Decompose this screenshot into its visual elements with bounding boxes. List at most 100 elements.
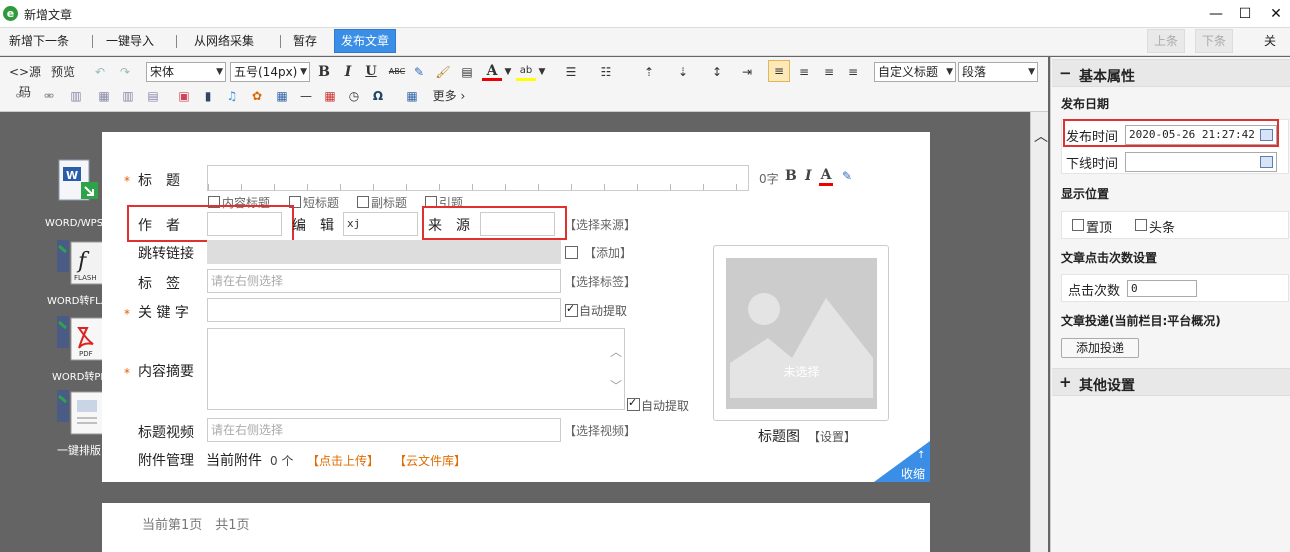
import-button[interactable]: 一键导入	[100, 28, 160, 55]
calendar-icon[interactable]: ▦	[322, 86, 338, 106]
flash-convert-icon[interactable]: f FLASH	[57, 238, 107, 288]
summary-textarea[interactable]: ︿ ﹀	[207, 328, 625, 410]
indent-icon[interactable]: ⇥	[738, 62, 756, 82]
align-justify-icon[interactable]: ≡	[844, 62, 862, 82]
spellcheck-icon[interactable]: ✎	[410, 62, 428, 82]
image-insert-icon[interactable]: ▣	[175, 86, 193, 106]
paragraph-select[interactable]: 段落 ▼	[958, 62, 1038, 82]
table-icon[interactable]: ▦	[404, 86, 420, 106]
size-select[interactable]: 五号(14px) ▼	[230, 62, 310, 82]
link-icon[interactable]: ⚯	[10, 86, 32, 106]
close-button[interactable]: 关闭	[1258, 28, 1290, 75]
choose-video-link[interactable]: 【选择视频】	[564, 422, 636, 439]
image-center-icon[interactable]: ▤	[145, 86, 161, 106]
close-window-button[interactable]: ✕	[1262, 3, 1290, 25]
ordered-list-icon[interactable]: ☰	[560, 62, 582, 82]
unlink-icon[interactable]: ⚮	[42, 86, 56, 106]
heading-select[interactable]: 自定义标题 ▼	[874, 62, 956, 82]
other-settings-header[interactable]: + 其他设置	[1052, 368, 1290, 396]
headline-checkbox[interactable]	[1135, 219, 1147, 231]
jump-link-checkbox[interactable]	[565, 246, 578, 259]
collect-button[interactable]: 从网络采集	[188, 28, 260, 55]
line-spacing-bottom-icon[interactable]: ⇣	[672, 62, 694, 82]
pdf-convert-icon[interactable]: PDF	[57, 314, 107, 364]
upload-link[interactable]: 【点击上传】	[307, 452, 379, 469]
title-image-box[interactable]: 未选择	[713, 245, 889, 421]
prev-button[interactable]: 上条	[1147, 29, 1186, 53]
format-painter-icon[interactable]: 🖌	[435, 62, 451, 82]
thumb-set-link[interactable]: 【设置】	[808, 428, 856, 445]
clock-icon[interactable]: ◷	[346, 86, 362, 106]
new-next-button[interactable]: 新增下一条	[3, 28, 75, 55]
special-char-icon[interactable]: Ω	[370, 86, 386, 106]
collapse-button[interactable]: ↑ 收缩	[874, 441, 930, 482]
font-color-icon[interactable]: A	[482, 61, 502, 81]
scroll-up-icon[interactable]: ︿	[1034, 126, 1048, 146]
horizontal-rule-icon[interactable]: —	[298, 86, 314, 106]
underline-button[interactable]: U	[363, 62, 379, 82]
auto-layout-icon[interactable]	[57, 388, 107, 438]
summary-auto-checkbox[interactable]	[627, 396, 640, 411]
line-height-icon[interactable]: ↕	[706, 62, 728, 82]
clear-format-icon[interactable]: ▤	[459, 62, 475, 82]
cloud-link[interactable]: 【云文件库】	[394, 452, 466, 469]
more-button[interactable]: 更多 ›	[430, 86, 468, 106]
minimize-button[interactable]: —	[1202, 3, 1230, 25]
video-input[interactable]: 请在右侧选择	[207, 418, 561, 442]
scroll-up-icon[interactable]: ︿	[610, 341, 622, 363]
word-import-icon[interactable]: W	[57, 158, 101, 208]
attachment-icon[interactable]: ✿	[249, 86, 265, 106]
italic-button[interactable]: I	[340, 62, 356, 82]
preview-button[interactable]: 预览	[50, 62, 76, 82]
choose-tags-link[interactable]: 【选择标签】	[564, 273, 636, 290]
image-left-icon[interactable]: ▥	[68, 86, 84, 106]
add-link[interactable]: 【添加】	[584, 244, 632, 261]
add-delivery-button[interactable]: 添加投递	[1061, 338, 1140, 358]
chevron-down-icon[interactable]: ▼	[504, 62, 512, 82]
music-icon[interactable]: ♫	[224, 86, 240, 106]
title-color-icon[interactable]: A	[819, 167, 833, 186]
scroll-down-icon[interactable]: ﹀	[610, 375, 622, 397]
chevron-right-icon: ›	[460, 89, 466, 103]
bold-button[interactable]: B	[316, 62, 332, 82]
publish-button[interactable]: 发布文章	[334, 29, 397, 53]
keywords-input[interactable]	[207, 298, 561, 322]
basic-properties-header[interactable]: − 基本属性	[1052, 59, 1290, 87]
align-left-icon[interactable]: ≡	[768, 60, 790, 82]
clicks-input[interactable]: 0	[1127, 280, 1197, 297]
title-input[interactable]	[207, 165, 749, 191]
line-spacing-top-icon[interactable]: ⇡	[638, 62, 660, 82]
tags-input[interactable]: 请在右侧选择	[207, 269, 561, 293]
image-none-icon[interactable]: ▦	[96, 86, 112, 106]
choose-source-link[interactable]: 【选择来源】	[564, 216, 636, 233]
editor-toolbar: <>源码 预览 ↶ ↷ 宋体 ▼ 五号(14px) ▼ B I U ABC ✎ 🖌 …	[0, 57, 1048, 112]
chevron-down-icon[interactable]: ▼	[538, 62, 546, 82]
map-icon[interactable]: ▦	[273, 86, 291, 106]
title-spellcheck-icon[interactable]: ✎	[842, 169, 852, 183]
font-select[interactable]: 宋体 ▼	[146, 62, 226, 82]
unordered-list-icon[interactable]: ☷	[595, 62, 617, 82]
next-button[interactable]: 下条	[1195, 29, 1234, 53]
editor-input[interactable]: xj	[343, 212, 418, 236]
publish-date-section: 发布日期	[1061, 97, 1110, 111]
jump-link-input[interactable]	[207, 240, 561, 264]
source-button[interactable]: <>源码	[4, 62, 46, 99]
draft-button[interactable]: 暂存	[287, 28, 323, 55]
top-checkbox[interactable]	[1072, 219, 1084, 231]
keywords-auto-checkbox[interactable]	[565, 302, 578, 317]
offline-time-input[interactable]	[1125, 152, 1277, 172]
undo-icon[interactable]: ↶	[92, 62, 108, 82]
image-right-icon[interactable]: ▥	[120, 86, 136, 106]
title-bold-button[interactable]: B	[785, 168, 797, 184]
maximize-button[interactable]: ☐	[1231, 3, 1259, 25]
subtitle-checkbox[interactable]	[357, 196, 369, 208]
video-icon[interactable]: ▮	[200, 86, 216, 106]
redo-icon[interactable]: ↷	[117, 62, 133, 82]
highlight-color-icon[interactable]: ab	[516, 61, 536, 81]
align-right-icon[interactable]: ≡	[820, 62, 838, 82]
align-center-icon[interactable]: ≡	[795, 62, 813, 82]
title-italic-button[interactable]: I	[805, 168, 812, 184]
strikethrough-button[interactable]: ABC	[386, 62, 408, 82]
editor-scrollbar[interactable]: ︿	[1030, 112, 1048, 552]
calendar-icon[interactable]	[1260, 156, 1273, 168]
